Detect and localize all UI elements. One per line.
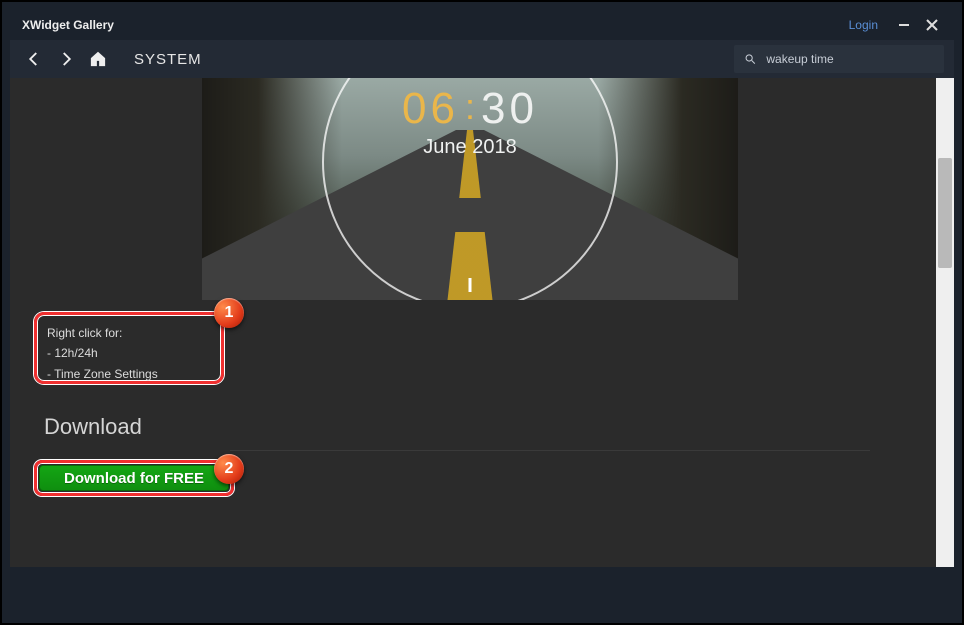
close-icon bbox=[925, 18, 939, 32]
app-frame: XWidget Gallery Login SYSTEM bbox=[0, 0, 964, 625]
home-icon bbox=[89, 50, 107, 68]
clock-tick bbox=[469, 278, 472, 292]
clock-minutes: 30 bbox=[481, 84, 538, 134]
toolbar: SYSTEM bbox=[10, 40, 954, 78]
content-area: 06 : 30 June 2018 Right click for: - 12h… bbox=[10, 78, 954, 615]
clock-colon: : bbox=[465, 89, 475, 125]
minimize-icon bbox=[897, 18, 911, 32]
search-icon bbox=[744, 52, 756, 66]
arrow-left-icon bbox=[25, 50, 43, 68]
annotation-badge-2: 2 bbox=[214, 454, 244, 484]
clock-month-label: June 2018 bbox=[423, 136, 516, 159]
desc-line-1: Right click for: bbox=[47, 323, 211, 343]
scroll-region: 06 : 30 June 2018 Right click for: - 12h… bbox=[10, 78, 954, 567]
breadcrumb[interactable]: SYSTEM bbox=[134, 51, 202, 68]
download-free-button[interactable]: Download for FREE bbox=[39, 465, 229, 491]
window-title: XWidget Gallery bbox=[18, 18, 114, 32]
vertical-scrollbar[interactable] bbox=[936, 78, 954, 567]
desc-line-3: - Time Zone Settings bbox=[47, 364, 211, 384]
page-body: 06 : 30 June 2018 Right click for: - 12h… bbox=[10, 78, 936, 567]
login-link[interactable]: Login bbox=[849, 18, 878, 32]
search-box[interactable] bbox=[734, 45, 944, 73]
app-window: XWidget Gallery Login SYSTEM bbox=[10, 10, 954, 615]
back-button[interactable] bbox=[20, 45, 48, 73]
forward-button[interactable] bbox=[52, 45, 80, 73]
titlebar: XWidget Gallery Login bbox=[10, 10, 954, 40]
minimize-button[interactable] bbox=[890, 15, 918, 35]
home-button[interactable] bbox=[84, 45, 112, 73]
download-heading: Download bbox=[44, 414, 142, 440]
search-input[interactable] bbox=[766, 52, 934, 66]
arrow-right-icon bbox=[57, 50, 75, 68]
separator bbox=[230, 450, 870, 451]
clock-hours: 06 bbox=[402, 84, 459, 134]
widget-description-box: Right click for: - 12h/24h - Time Zone S… bbox=[34, 312, 224, 384]
annotation-badge-1: 1 bbox=[214, 298, 244, 328]
close-button[interactable] bbox=[918, 15, 946, 35]
widget-preview-image: 06 : 30 June 2018 bbox=[202, 78, 738, 300]
download-button-highlight: Download for FREE bbox=[34, 460, 234, 496]
clock-digits: 06 : 30 bbox=[402, 84, 538, 134]
scroll-thumb[interactable] bbox=[938, 158, 952, 268]
desc-line-2: - 12h/24h bbox=[47, 343, 211, 363]
